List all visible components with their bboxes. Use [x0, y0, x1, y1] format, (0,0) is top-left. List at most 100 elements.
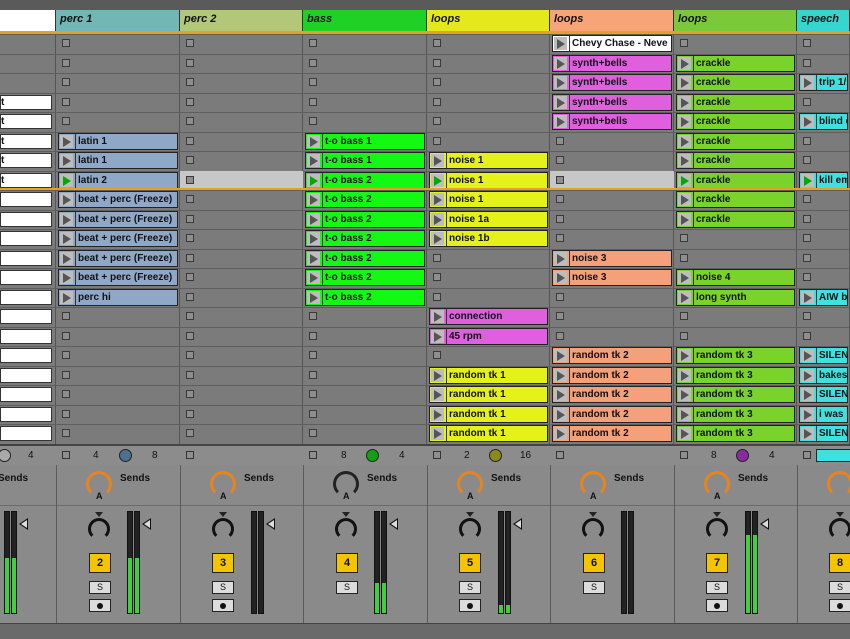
- clip[interactable]: crackle: [676, 152, 795, 169]
- clip-slot[interactable]: [427, 73, 550, 92]
- play-triangle-icon[interactable]: [801, 115, 814, 128]
- play-triangle-icon[interactable]: [678, 368, 691, 382]
- status-stop-icon[interactable]: [62, 451, 70, 459]
- scene-name-box[interactable]: [0, 426, 52, 441]
- clip-slot[interactable]: [180, 170, 303, 190]
- clip-slot[interactable]: random tk 2: [550, 346, 674, 365]
- status-stop-icon[interactable]: [556, 451, 564, 459]
- clip-stop-icon[interactable]: [309, 39, 317, 47]
- scene-name-box[interactable]: [0, 192, 52, 207]
- clip-slot[interactable]: [550, 327, 674, 346]
- status-stop-icon[interactable]: [433, 451, 441, 459]
- clip-stop-icon[interactable]: [433, 97, 441, 106]
- clip[interactable]: crackle: [676, 191, 795, 208]
- clip-slot[interactable]: random tk 1: [427, 385, 550, 404]
- clip-slot[interactable]: [797, 268, 850, 287]
- clip-stop-icon[interactable]: [433, 273, 441, 281]
- clip-slot[interactable]: [303, 366, 427, 385]
- play-triangle-icon[interactable]: [60, 232, 73, 245]
- clip-slot[interactable]: [56, 54, 180, 73]
- clip-stop-icon[interactable]: [186, 312, 194, 320]
- clip-slot[interactable]: random tk 1: [427, 366, 550, 385]
- status-stop-icon[interactable]: [309, 451, 317, 459]
- clip-slot[interactable]: [180, 424, 303, 443]
- play-triangle-icon[interactable]: [431, 407, 444, 421]
- scene-name-box[interactable]: t: [0, 114, 52, 129]
- play-triangle-icon[interactable]: [431, 427, 444, 440]
- clip-stop-icon[interactable]: [433, 136, 441, 145]
- clip-slot[interactable]: [797, 151, 850, 170]
- status-stop-icon[interactable]: [803, 451, 811, 459]
- clip[interactable]: SILENT: [799, 386, 848, 403]
- clip-stop-icon[interactable]: [309, 409, 317, 418]
- clip-stop-icon[interactable]: [186, 97, 194, 106]
- clip-stop-icon[interactable]: [680, 312, 688, 320]
- clip[interactable]: noise 1b: [429, 230, 548, 247]
- play-triangle-icon[interactable]: [678, 115, 691, 128]
- scene-name-box[interactable]: [0, 328, 52, 344]
- clip-slot[interactable]: [427, 249, 550, 268]
- clip[interactable]: crackle: [676, 74, 795, 91]
- clip-slot[interactable]: [427, 54, 550, 73]
- clip[interactable]: noise 3: [552, 269, 672, 286]
- arm-record-button[interactable]: [459, 599, 481, 612]
- clip-slot[interactable]: 45 rpm: [427, 327, 550, 346]
- clip-stop-icon[interactable]: [556, 312, 564, 320]
- clip-slot[interactable]: t-o bass 2: [303, 229, 427, 248]
- pan-knob[interactable]: [829, 518, 850, 540]
- scene-name-box[interactable]: t: [0, 153, 52, 168]
- clip-stop-icon[interactable]: [309, 312, 317, 320]
- clip-stop-icon[interactable]: [186, 331, 194, 340]
- clip-slot[interactable]: noise 4: [674, 268, 797, 287]
- clip[interactable]: crackle: [676, 113, 795, 130]
- track-activator-button[interactable]: 6: [583, 553, 605, 573]
- clip-slot[interactable]: [180, 112, 303, 131]
- play-triangle-icon[interactable]: [554, 56, 567, 70]
- play-triangle-icon[interactable]: [678, 427, 691, 440]
- play-triangle-icon[interactable]: [678, 193, 691, 206]
- play-triangle-icon[interactable]: [801, 427, 814, 440]
- clip-slot[interactable]: [303, 112, 427, 131]
- play-triangle-icon[interactable]: [678, 271, 691, 284]
- clip-slot[interactable]: [427, 34, 550, 53]
- clip-slot[interactable]: [427, 346, 550, 365]
- clip[interactable]: noise 4: [676, 269, 795, 286]
- scene-name-box[interactable]: [0, 211, 52, 227]
- clip[interactable]: blind d: [799, 113, 848, 130]
- clip-slot[interactable]: [797, 54, 850, 73]
- clip-slot[interactable]: [180, 151, 303, 170]
- clip-stop-icon[interactable]: [680, 253, 688, 262]
- play-triangle-icon[interactable]: [801, 368, 814, 382]
- clip-slot[interactable]: Chevy Chase - Neve: [550, 34, 674, 53]
- clip[interactable]: crackle: [676, 210, 795, 228]
- clip-stop-icon[interactable]: [556, 156, 564, 164]
- clip[interactable]: SILENT: [799, 425, 848, 442]
- clip-slot[interactable]: t-o bass 2: [303, 210, 427, 229]
- clip-slot[interactable]: [56, 73, 180, 92]
- clip-slot[interactable]: [180, 132, 303, 151]
- clip[interactable]: latin 1: [58, 152, 178, 169]
- clip-slot[interactable]: [550, 132, 674, 151]
- clip-stop-icon[interactable]: [62, 97, 70, 106]
- play-triangle-icon[interactable]: [431, 154, 444, 167]
- pan-knob[interactable]: [212, 518, 234, 540]
- clip-slot[interactable]: [180, 210, 303, 229]
- clip-stop-icon[interactable]: [680, 331, 688, 340]
- play-triangle-icon[interactable]: [60, 271, 73, 284]
- play-triangle-icon[interactable]: [678, 388, 691, 401]
- status-stop-icon[interactable]: [680, 451, 688, 459]
- clip[interactable]: latin 2: [58, 171, 178, 189]
- clip-stop-icon[interactable]: [62, 429, 70, 437]
- clip[interactable]: beat + perc (Freeze): [58, 249, 178, 267]
- clip[interactable]: beat + perc (Freeze): [58, 230, 178, 247]
- clip-stop-icon[interactable]: [433, 117, 441, 125]
- clip[interactable]: random tk 1: [429, 405, 548, 423]
- solo-button[interactable]: S: [459, 581, 481, 594]
- clip[interactable]: crackle: [676, 132, 795, 150]
- clip-slot[interactable]: [180, 190, 303, 209]
- clip-stop-icon[interactable]: [186, 117, 194, 125]
- pan-knob[interactable]: [459, 518, 481, 540]
- clip[interactable]: random tk 3: [676, 425, 795, 442]
- clip-stop-icon[interactable]: [62, 58, 70, 67]
- clip-slot[interactable]: [180, 54, 303, 73]
